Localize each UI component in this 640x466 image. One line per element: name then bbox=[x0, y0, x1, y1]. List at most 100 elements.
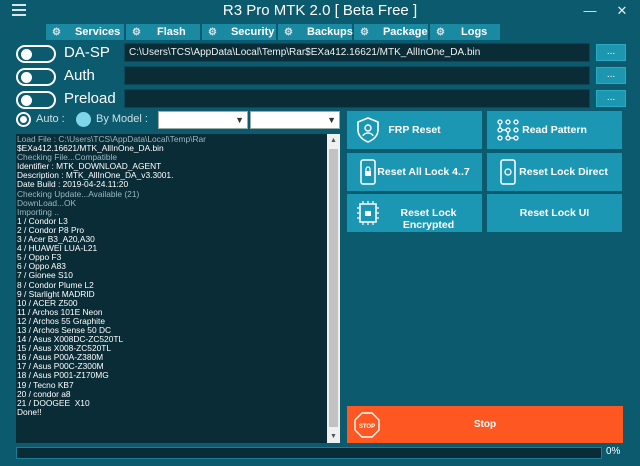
reset-lock-ui-label: Reset Lock UI bbox=[519, 207, 590, 219]
log-line: 9 / Starlight MADRID bbox=[17, 289, 95, 299]
log-line: Importing .. bbox=[17, 207, 59, 217]
tab-bar: ⚙ Services ⚙ Flash ⚙ Security ⚙ Backups … bbox=[46, 24, 502, 40]
log-line: Identifier : MTK_DOWNLOAD_AGENT bbox=[17, 162, 162, 172]
backups-icon: ⚙ bbox=[284, 26, 293, 38]
chevron-down-icon: ▼ bbox=[235, 115, 244, 125]
reset-lock-direct-label: Reset Lock Direct bbox=[519, 166, 608, 178]
log-line: $EXa412.16621/MTK_AllInOne_DA.bin bbox=[17, 144, 164, 154]
frp-reset-label: FRP Reset bbox=[388, 124, 441, 136]
services-icon: ⚙ bbox=[52, 26, 61, 38]
log-line: DownLoad...OK bbox=[17, 198, 77, 208]
tab-backups[interactable]: ⚙ Backups bbox=[278, 24, 354, 40]
log-line: 20 / condor a8 bbox=[17, 389, 71, 399]
log-line: 15 / Asus X008-ZC520TL bbox=[17, 344, 112, 354]
log-line: 3 / Acer B3_A20,A30 bbox=[17, 235, 95, 245]
frp-reset-button[interactable]: FRP Reset bbox=[347, 111, 482, 149]
scroll-down-icon[interactable]: ▼ bbox=[327, 430, 340, 443]
log-line: 13 / Archos Sense 50 DC bbox=[17, 325, 112, 335]
reset-lock-direct-button[interactable]: Reset Lock Direct bbox=[487, 153, 622, 191]
log-line: Checking File...Compatible bbox=[17, 153, 118, 163]
log-line: Checking Update...Available (21) bbox=[17, 189, 140, 199]
toggle-knob bbox=[21, 95, 32, 106]
chevron-down-icon: ▼ bbox=[327, 115, 336, 125]
log-line: Done!! bbox=[17, 407, 42, 417]
mode-selector: Auto : By Model : ▼ ▼ bbox=[16, 111, 346, 129]
read-pattern-label: Read Pattern bbox=[522, 124, 587, 136]
log-line: 7 / Gionee S10 bbox=[17, 271, 73, 281]
stop-label: Stop bbox=[473, 419, 497, 430]
reset-lock-encrypted-label: Reset Lock Encrypted bbox=[400, 207, 457, 231]
logs-icon: ⚙ bbox=[436, 26, 445, 38]
log-panel[interactable]: Load File : C:\Users\TCS\AppData\Local\T… bbox=[16, 134, 340, 443]
tab-services[interactable]: ⚙ Services bbox=[46, 24, 126, 40]
auth-label: Auth bbox=[64, 67, 95, 84]
log-line: 10 / ACER Z500 bbox=[17, 298, 78, 308]
log-line: 21 / DOOGEE X10 bbox=[17, 398, 90, 408]
log-line: 14 / Asus X008DC-ZC520TL bbox=[17, 335, 124, 345]
log-line: 2 / Condor P8 Pro bbox=[17, 225, 85, 235]
log-scrollbar[interactable]: ▲ ▼ bbox=[327, 134, 340, 443]
read-pattern-button[interactable]: Read Pattern bbox=[487, 111, 622, 149]
preload-row: Preload ... bbox=[16, 89, 626, 109]
log-line: Description : MTK_AllInOne_DA_v3.3001. bbox=[17, 171, 174, 181]
minimize-button[interactable]: — bbox=[580, 1, 600, 21]
auth-row: Auth ... bbox=[16, 66, 626, 86]
flash-icon: ⚙ bbox=[132, 26, 141, 38]
log-line: Date Build : 2019-04-24.11:20 bbox=[17, 180, 129, 190]
preload-browse-button[interactable]: ... bbox=[596, 90, 626, 107]
package-icon: ⚙ bbox=[360, 26, 369, 38]
toggle-knob bbox=[21, 72, 32, 83]
tab-logs[interactable]: ⚙ Logs bbox=[430, 24, 502, 40]
tab-flash[interactable]: ⚙ Flash bbox=[126, 24, 202, 40]
auth-browse-button[interactable]: ... bbox=[596, 67, 626, 84]
model-select[interactable]: ▼ bbox=[250, 111, 340, 129]
preload-toggle[interactable] bbox=[16, 91, 56, 109]
log-line: 5 / Oppo F3 bbox=[17, 253, 62, 263]
reset-lock-ui-button[interactable]: Reset Lock UI bbox=[487, 194, 622, 232]
scroll-up-icon[interactable]: ▲ bbox=[327, 134, 340, 147]
preload-label: Preload bbox=[64, 90, 116, 107]
log-line: 8 / Condor Plume L2 bbox=[17, 280, 94, 290]
security-icon: ⚙ bbox=[208, 26, 217, 38]
reset-all-lock-button[interactable]: Reset All Lock 4..7 bbox=[347, 153, 482, 191]
log-line: 12 / Archos 55 Graphite bbox=[17, 316, 105, 326]
title-bar: R3 Pro MTK 2.0 [ Beta Free ] — ✕ bbox=[0, 0, 640, 22]
brand-select[interactable]: ▼ bbox=[158, 111, 248, 129]
log-line: 4 / HUAWEI LUA-L21 bbox=[17, 244, 98, 254]
tab-backups-label: Backups bbox=[306, 26, 353, 38]
dasp-browse-button[interactable]: ... bbox=[596, 44, 626, 61]
log-line: 16 / Asus P00A-Z380M bbox=[17, 353, 104, 363]
reset-lock-encrypted-button[interactable]: Reset Lock Encrypted bbox=[347, 194, 482, 232]
dasp-toggle[interactable] bbox=[16, 45, 56, 63]
tab-security[interactable]: ⚙ Security bbox=[202, 24, 278, 40]
tab-logs-label: Logs bbox=[461, 26, 488, 38]
by-model-label: By Model : bbox=[96, 113, 148, 125]
tab-security-label: Security bbox=[230, 26, 275, 38]
log-line: 6 / Oppo A83 bbox=[17, 262, 66, 272]
tab-package[interactable]: ⚙ Package bbox=[354, 24, 430, 40]
stop-button[interactable]: STOP Stop bbox=[347, 406, 623, 443]
progress-percent: 0% bbox=[606, 446, 621, 457]
preload-path-field[interactable] bbox=[124, 89, 590, 108]
tab-flash-label: Flash bbox=[157, 26, 186, 38]
scroll-thumb[interactable] bbox=[329, 149, 338, 427]
log-line: 17 / Asus P00C-Z300M bbox=[17, 362, 104, 372]
log-line: 1 / Condor L3 bbox=[17, 216, 68, 226]
auth-path-field[interactable] bbox=[124, 66, 590, 85]
progress-bar bbox=[16, 447, 602, 459]
auto-label: Auto : bbox=[36, 113, 65, 125]
log-text: Load File : C:\Users\TCS\AppData\Local\T… bbox=[17, 135, 325, 441]
close-button[interactable]: ✕ bbox=[612, 1, 632, 21]
dasp-label: DA-SP bbox=[64, 44, 110, 61]
auto-radio[interactable] bbox=[16, 112, 31, 127]
dasp-row: DA-SP C:\Users\TCS\AppData\Local\Temp\Ra… bbox=[16, 43, 626, 63]
auth-toggle[interactable] bbox=[16, 68, 56, 86]
log-line: Load File : C:\Users\TCS\AppData\Local\T… bbox=[17, 135, 206, 144]
dasp-path-field[interactable]: C:\Users\TCS\AppData\Local\Temp\Rar$EXa4… bbox=[124, 43, 590, 62]
log-line: 11 / Archos 101E Neon bbox=[17, 307, 103, 317]
log-line: 18 / Asus P001-Z170MG bbox=[17, 371, 109, 381]
window-title: R3 Pro MTK 2.0 [ Beta Free ] bbox=[222, 2, 418, 19]
tab-services-label: Services bbox=[74, 26, 121, 38]
tab-package-label: Package bbox=[382, 26, 428, 38]
by-model-radio[interactable] bbox=[76, 112, 91, 127]
